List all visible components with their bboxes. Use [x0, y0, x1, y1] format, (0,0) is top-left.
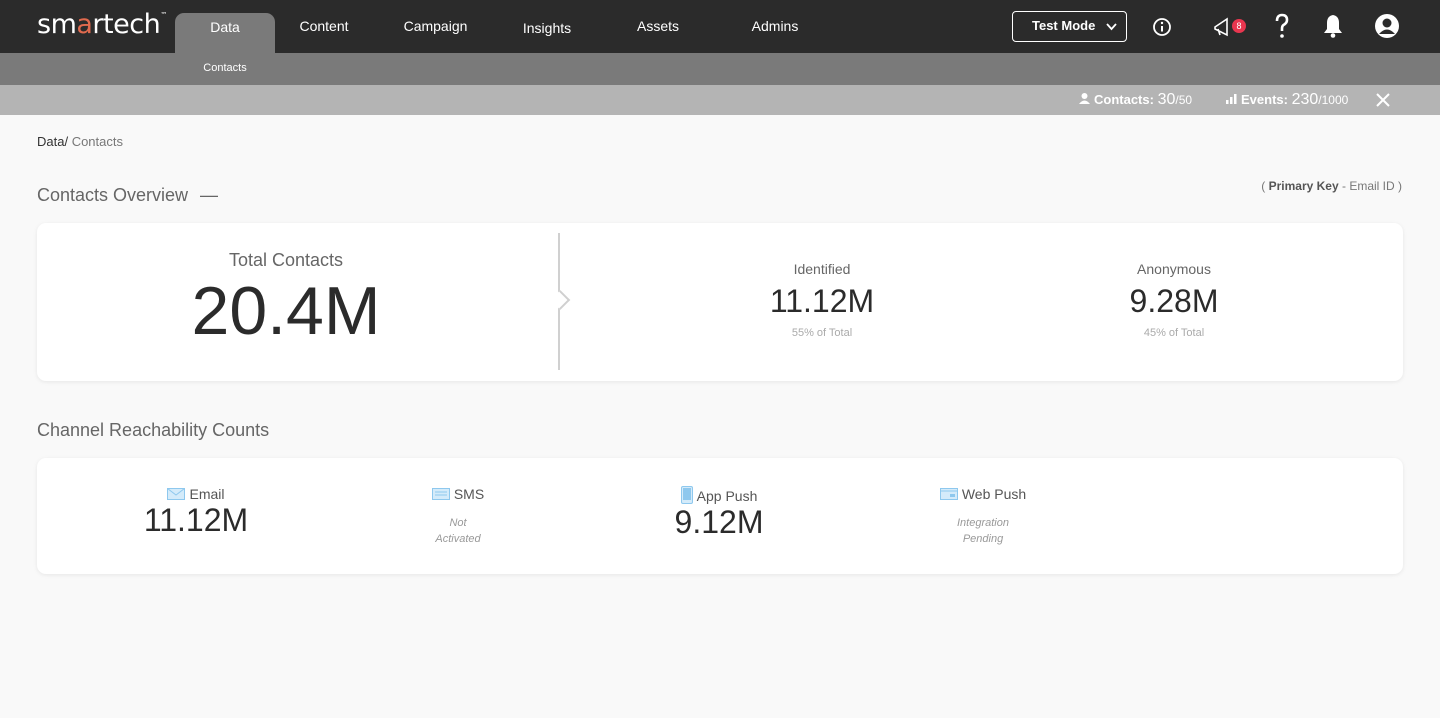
nav-tab-content[interactable]: Content	[290, 0, 358, 53]
identified-value: 11.12M	[769, 283, 875, 319]
breadcrumb-data-link[interactable]: Data/	[37, 134, 68, 149]
test-mode-dropdown[interactable]: Test Mode	[1012, 11, 1127, 42]
test-mode-label: Test Mode	[1032, 18, 1096, 33]
channel-reachability-title: Channel Reachability Counts	[37, 420, 270, 440]
sub-navigation-bar: Contacts	[0, 53, 1440, 85]
web-push-label: Web Push	[961, 486, 1027, 502]
contacts-quota: Contacts: 30/50	[1078, 91, 1192, 109]
contacts-quota-used: 30	[1157, 91, 1176, 108]
subnav-contacts[interactable]: Contacts	[175, 62, 275, 74]
email-count: 11.12M	[143, 502, 249, 538]
quota-bar: Contacts: 30/50 Events: 230/1000	[0, 85, 1440, 115]
collapse-toggle[interactable]: —	[200, 185, 218, 206]
breadcrumb-current: Contacts	[68, 134, 123, 149]
primary-key-value: - Email ID )	[1338, 179, 1402, 193]
breadcrumb: Data/ Contacts	[37, 134, 123, 149]
events-quota-used: 230	[1291, 91, 1319, 108]
logo-text-start: sm	[37, 9, 77, 40]
anonymous-percentage: 45% of Total	[1143, 327, 1205, 339]
contacts-quota-total: /50	[1175, 93, 1193, 107]
channel-sms: SMS Not Activated	[358, 486, 558, 547]
anonymous-value: 9.28M	[1129, 283, 1219, 319]
total-contacts-label: Total Contacts	[228, 250, 344, 270]
email-icon	[167, 487, 186, 500]
primary-key-label: Primary Key	[1268, 179, 1339, 193]
notification-count-badge: 8	[1232, 19, 1246, 33]
identified-label: Identified	[793, 261, 851, 277]
user-avatar-icon[interactable]	[1374, 13, 1400, 39]
events-quota-label: Events:	[1241, 92, 1288, 107]
logo-text-end: rtech	[92, 9, 161, 40]
chevron-down-icon	[1106, 12, 1117, 51]
contacts-quota-label: Contacts:	[1094, 92, 1154, 107]
contacts-overview-title: Contacts Overview	[37, 185, 189, 205]
nav-tab-insights[interactable]: Insights	[515, 2, 579, 55]
top-navigation-bar: smartech™ Data Content Campaign Insights…	[0, 0, 1440, 53]
app-push-label: App Push	[696, 488, 758, 504]
sms-status-line2: Activated	[435, 533, 481, 545]
sms-label: SMS	[453, 486, 485, 502]
sms-status-line1: Not	[449, 517, 467, 529]
nav-tab-campaign[interactable]: Campaign	[398, 0, 473, 53]
web-push-status-line2: Pending	[962, 533, 1004, 545]
app-push-count: 9.12M	[674, 504, 764, 540]
channel-reachability-card: Email 11.12M SMS Not Activated App Push …	[37, 458, 1403, 574]
logo-trademark: ™	[160, 11, 167, 19]
info-icon[interactable]	[1151, 16, 1173, 38]
anonymous-label: Anonymous	[1137, 261, 1211, 277]
web-push-status-line1: Integration	[957, 517, 1009, 529]
divider-arrow	[550, 290, 571, 310]
bar-chart-icon	[1226, 94, 1237, 104]
identified-percentage: 55% of Total	[791, 327, 853, 339]
events-quota-total: /1000	[1318, 93, 1349, 107]
total-contacts-block: Total Contacts 20.4M	[37, 250, 535, 349]
mobile-phone-icon	[680, 486, 693, 504]
help-question-icon[interactable]	[1271, 12, 1293, 40]
primary-key-open: (	[1261, 179, 1269, 193]
contacts-overview-card: Total Contacts 20.4M Identified 11.12M 5…	[37, 223, 1403, 381]
events-quota: Events: 230/1000	[1225, 91, 1348, 109]
close-icon[interactable]	[1374, 88, 1392, 118]
nav-tab-data[interactable]: Data	[175, 13, 275, 53]
logo-text-accent: a	[76, 9, 93, 40]
email-label: Email	[189, 486, 225, 502]
bell-icon[interactable]	[1322, 13, 1344, 39]
identified-block: Identified 11.12M 55% of Total	[722, 261, 922, 339]
primary-key-note: ( Primary Key - Email ID )	[1261, 179, 1402, 193]
person-icon	[1079, 93, 1090, 104]
sms-icon	[431, 487, 450, 500]
anonymous-block: Anonymous 9.28M 45% of Total	[1074, 261, 1274, 339]
channel-email: Email 11.12M	[96, 486, 296, 539]
channel-app-push: App Push 9.12M	[619, 486, 819, 541]
browser-window-icon	[939, 487, 958, 500]
smartech-logo[interactable]: smartech™	[37, 9, 167, 40]
channel-web-push: Web Push Integration Pending	[883, 486, 1083, 547]
total-contacts-value: 20.4M	[191, 273, 381, 349]
nav-tab-admins[interactable]: Admins	[745, 0, 805, 53]
nav-tab-assets[interactable]: Assets	[630, 0, 686, 53]
